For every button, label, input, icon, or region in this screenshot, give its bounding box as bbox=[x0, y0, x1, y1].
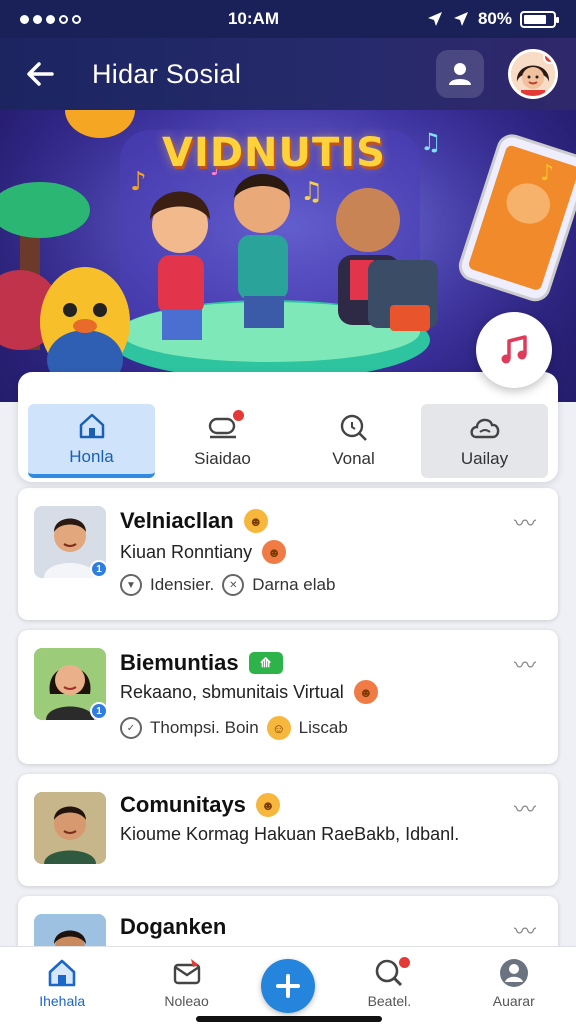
meta-text: Idensier. bbox=[150, 575, 215, 594]
tab-label: Honla bbox=[69, 447, 114, 466]
tab-label: Siaidao bbox=[194, 449, 251, 468]
feed-item-subtitle: Rekaano, sbmunitais Virtual ☻ bbox=[120, 680, 378, 704]
feed-item-subtitle: Kiuan Ronntiany ☻ bbox=[120, 540, 287, 564]
feed-item-meta: ▼ Idensier. ✕ Darna elab bbox=[120, 574, 335, 596]
bottom-navigation: Ihehala Noleao Beatel. Auarar bbox=[0, 946, 576, 1024]
more-options-icon[interactable]: 〰 bbox=[514, 648, 536, 680]
tab-bar: Honla Siaidao Vonal Uailay bbox=[18, 372, 558, 482]
feed-item-name: Comunitays ☻ bbox=[120, 792, 280, 818]
more-options-icon[interactable]: 〰 bbox=[514, 792, 536, 824]
feed-item-name: Velniacllan ☻ bbox=[120, 508, 268, 534]
user-name: Doganken bbox=[120, 914, 227, 939]
banner-title: VIDNUTIS bbox=[162, 130, 386, 176]
search-icon bbox=[340, 414, 367, 441]
back-arrow-icon bbox=[27, 62, 54, 86]
tab-upload[interactable]: Uailay bbox=[421, 404, 548, 478]
emoji-icon: ☻ bbox=[262, 540, 287, 564]
nav-notifications[interactable]: Noleao bbox=[137, 957, 237, 1009]
battery-percentage: 80% bbox=[477, 9, 512, 28]
close-circle-icon: ✕ bbox=[222, 574, 245, 596]
meta-text: Liscab bbox=[298, 718, 348, 737]
profile-button[interactable] bbox=[436, 50, 484, 98]
navigation-icon bbox=[453, 12, 468, 26]
plus-icon bbox=[275, 974, 300, 998]
nav-avatar[interactable]: Auarar bbox=[464, 957, 564, 1009]
meta-text: Thompsi. Boin bbox=[150, 718, 259, 737]
notification-icon bbox=[173, 959, 200, 985]
nav-home[interactable]: Ihehala bbox=[12, 957, 112, 1009]
location-arrow-icon bbox=[427, 12, 442, 26]
feed-item[interactable]: 1 Velniacllan ☻ Kiuan Ronntiany ☻ ▼ Iden… bbox=[18, 488, 558, 620]
tag-icon: ⟰ bbox=[248, 652, 283, 674]
avatar-icon bbox=[499, 959, 528, 987]
subtitle-text: Kiuan Ronntiany bbox=[120, 541, 253, 562]
user-name: Biemuntias bbox=[120, 650, 239, 675]
notification-dot bbox=[397, 955, 413, 970]
tab-label: Vonal bbox=[332, 449, 375, 468]
home-icon bbox=[48, 959, 76, 987]
nav-label: Noleao bbox=[164, 993, 209, 1009]
home-icon bbox=[79, 413, 104, 439]
user-avatar bbox=[34, 792, 106, 864]
feed-item[interactable]: Comunitays ☻ Kioume Kormag Hakuan RaeBak… bbox=[18, 774, 558, 886]
user-name: Velniacllan bbox=[120, 508, 234, 533]
feed-item-subtitle: Kioume Kormag Hakuan RaeBakb, Idbanl. bbox=[120, 824, 459, 845]
tab-label: Uailay bbox=[460, 449, 509, 468]
home-indicator bbox=[196, 1016, 382, 1022]
cloud-icon bbox=[469, 418, 499, 439]
battery-icon bbox=[519, 10, 559, 28]
emoji-icon: ☻ bbox=[353, 680, 378, 704]
nav-label: Ihehala bbox=[39, 993, 86, 1009]
verified-badge-icon: 1 bbox=[90, 702, 108, 720]
music-note-icon bbox=[501, 335, 527, 364]
app-header: Hidar Sosial bbox=[0, 38, 576, 110]
emoji-icon: ☺ bbox=[266, 716, 291, 740]
music-button[interactable] bbox=[476, 312, 552, 388]
notification-dot bbox=[231, 408, 246, 423]
avatar-face-icon bbox=[34, 792, 106, 864]
signal-strength-icon bbox=[20, 14, 81, 24]
svg-text:♫: ♫ bbox=[420, 128, 442, 156]
svg-text:♪: ♪ bbox=[540, 161, 554, 186]
page-title: Hidar Sosial bbox=[92, 58, 242, 89]
nav-search[interactable]: Beatel. bbox=[339, 955, 439, 1009]
feed-item-meta: ✓ Thompsi. Boin ☺ Liscab bbox=[120, 716, 348, 740]
create-post-button[interactable] bbox=[260, 959, 315, 1013]
notification-dot bbox=[543, 52, 555, 64]
user-name: Comunitays bbox=[120, 792, 246, 817]
feed-item-name: Biemuntias ⟰ bbox=[120, 650, 283, 676]
back-button[interactable] bbox=[18, 52, 62, 96]
more-options-icon[interactable]: 〰 bbox=[514, 506, 536, 538]
svg-text:♫: ♫ bbox=[300, 177, 323, 207]
check-circle-icon: ✓ bbox=[120, 717, 142, 739]
svg-text:♪: ♪ bbox=[130, 167, 147, 197]
emoji-icon: ☻ bbox=[255, 793, 280, 817]
nav-label: Beatel. bbox=[367, 993, 412, 1009]
subtitle-text: Kioume Kormag Hakuan RaeBakb, Idbanl. bbox=[120, 824, 460, 844]
user-icon bbox=[449, 63, 471, 85]
meta-text: Darna elab bbox=[252, 575, 336, 594]
subtitle-text: Rekaano, sbmunitais Virtual bbox=[120, 681, 344, 702]
nav-label: Auarar bbox=[492, 993, 535, 1009]
more-options-icon[interactable]: 〰 bbox=[514, 914, 536, 946]
header-avatar[interactable] bbox=[508, 49, 558, 99]
tab-chat[interactable]: Siaidao bbox=[159, 404, 286, 478]
verified-badge-icon: 1 bbox=[90, 560, 108, 578]
shield-icon: ▼ bbox=[120, 574, 142, 596]
status-time: 10:AM bbox=[227, 9, 279, 28]
status-bar: 10:AM 80% bbox=[0, 0, 576, 38]
tab-home[interactable]: Honla bbox=[28, 404, 155, 478]
emoji-icon: ☻ bbox=[243, 509, 268, 533]
tab-search[interactable]: Vonal bbox=[290, 404, 417, 478]
feed-item-name: Doganken bbox=[120, 914, 226, 940]
feed-item[interactable]: 1 Biemuntias ⟰ Rekaano, sbmunitais Virtu… bbox=[18, 630, 558, 764]
